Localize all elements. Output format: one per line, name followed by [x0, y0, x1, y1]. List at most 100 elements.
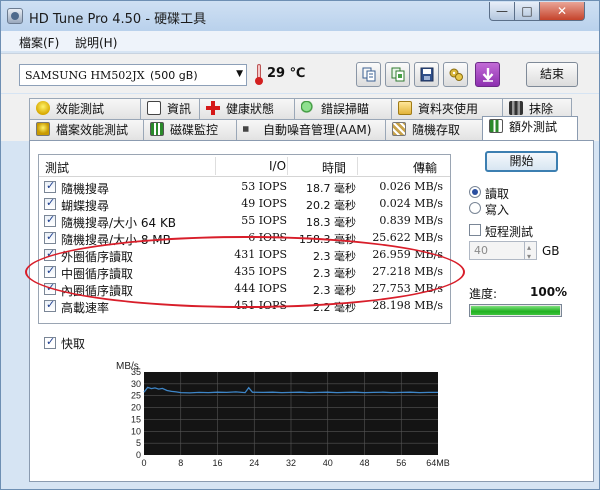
y-tick-label: 5 — [136, 438, 141, 448]
table-row[interactable]: 隨機搜尋/大小 8 MB 6 IOPS 158.3 毫秒 25.622 MB/s — [39, 230, 450, 247]
table-row[interactable]: 蝴蝶搜尋 49 IOPS 20.2 毫秒 0.024 MB/s — [39, 196, 450, 213]
close-button[interactable]: ✕ — [539, 2, 585, 21]
minimize-button[interactable]: — — [489, 2, 515, 21]
tab-file-benchmark[interactable]: 檔案效能測試 — [29, 119, 144, 140]
cache-checkbox[interactable] — [44, 335, 56, 349]
maximize-button[interactable]: □ — [514, 2, 540, 21]
progress-label: 進度: — [469, 287, 498, 301]
test-name: 蝴蝶搜尋 — [61, 199, 110, 213]
header-test: 測試 — [45, 161, 70, 175]
tab-info[interactable]: 資訊 — [140, 98, 200, 119]
x-tick-label: 48 — [359, 458, 369, 468]
window-title: HD Tune Pro 4.50 - 硬碟工具 — [29, 12, 207, 27]
header-rate: 傳輸 — [413, 161, 438, 175]
test-name: 隨機搜尋/大小 8 MB — [61, 233, 171, 247]
x-tick-label: 64MB — [426, 458, 450, 468]
y-axis-unit-label: MB/s — [116, 361, 139, 372]
y-tick-label: 15 — [131, 414, 141, 424]
app-icon — [7, 8, 23, 24]
tab-health[interactable]: 健康狀態 — [199, 98, 295, 119]
tab-benchmark[interactable]: 效能測試 — [29, 98, 141, 119]
results-table[interactable]: 測試 I/O 時間 傳輸 隨機搜尋 53 IOPS 18.7 毫秒 0.026 MB/… — [38, 154, 451, 324]
tab-label: 檔案效能測試 — [56, 123, 129, 137]
copy-screenshot-icon — [391, 67, 405, 82]
tab-label: 效能測試 — [56, 102, 105, 116]
y-tick-label: 10 — [131, 426, 141, 436]
folder-icon — [398, 101, 412, 115]
tab-random-access[interactable]: 隨機存取 — [385, 119, 483, 140]
y-tick-label: 30 — [131, 379, 141, 389]
drive-select[interactable]: SAMSUNG HM502JX (500 gB) ▼ — [19, 64, 247, 86]
read-radio[interactable] — [469, 186, 481, 198]
download-button[interactable] — [475, 62, 500, 87]
health-cross-icon — [206, 101, 220, 115]
tab-extra-tests[interactable]: 額外測試 — [482, 116, 578, 140]
chevron-down-icon[interactable]: ▼ — [236, 69, 243, 79]
app-window: HD Tune Pro 4.50 - 硬碟工具 — □ ✕ 檔案(F) 說明(H… — [0, 0, 600, 490]
row-checkbox[interactable] — [44, 247, 56, 261]
copy-screenshot-button[interactable] — [385, 62, 410, 87]
row-checkbox[interactable] — [44, 213, 56, 227]
io-value: 431 IOPS — [234, 248, 287, 261]
table-row[interactable]: 隨機搜尋/大小 64 KB 55 IOPS 18.3 毫秒 0.839 MB/s — [39, 213, 450, 230]
time-value: 18.7 毫秒 — [306, 182, 356, 195]
menu-help[interactable]: 說明(H) — [75, 34, 117, 51]
save-icon — [420, 67, 434, 82]
table-row[interactable]: 內圈循序讀取 444 IOPS 2.3 毫秒 27.753 MB/s — [39, 281, 450, 298]
time-value: 2.2 毫秒 — [313, 301, 356, 314]
rate-value: 28.198 MB/s — [372, 299, 443, 312]
tab-disk-monitor[interactable]: 磁碟監控 — [143, 119, 237, 140]
tab-label: 抹除 — [529, 102, 554, 116]
row-checkbox[interactable] — [44, 179, 56, 193]
table-row[interactable]: 高載速率 451 IOPS 2.2 毫秒 28.198 MB/s — [39, 298, 450, 315]
test-name: 外圈循序讀取 — [61, 250, 134, 264]
row-checkbox[interactable] — [44, 298, 56, 312]
x-tick-label: 16 — [212, 458, 222, 468]
write-radio[interactable] — [469, 202, 481, 214]
x-tick-label: 40 — [323, 458, 333, 468]
table-row[interactable]: 外圈循序讀取 431 IOPS 2.3 毫秒 26.959 MB/s — [39, 247, 450, 264]
y-tick-label: 25 — [131, 391, 141, 401]
save-button[interactable] — [414, 62, 439, 87]
rate-value: 26.959 MB/s — [372, 248, 443, 261]
progress-percent: 100% — [530, 285, 568, 299]
short-test-label: 短程測試 — [485, 225, 534, 239]
short-test-checkbox[interactable] — [469, 224, 481, 236]
transfer-chart: 051015202530350 8 16 24 32 40 48 56 64MBMB/s — [116, 361, 450, 468]
info-icon — [147, 101, 161, 115]
row-checkbox[interactable] — [44, 281, 56, 295]
transfer-graph: 0 5 10 15 20 25 30 35 0 8 16 24 32 40 48 56 64MB MB/s — [114, 359, 454, 473]
test-name: 中圈循序讀取 — [61, 267, 134, 281]
copy-text-button[interactable] — [356, 62, 381, 87]
magnifier-icon — [301, 101, 315, 115]
size-value: 40 — [474, 244, 488, 257]
io-value: 6 IOPS — [248, 231, 287, 244]
tab-error-scan[interactable]: 錯誤掃瞄 — [294, 98, 392, 119]
row-checkbox[interactable] — [44, 230, 56, 244]
menu-file[interactable]: 檔案(F) — [19, 34, 59, 51]
exit-button[interactable]: 結束 — [526, 62, 578, 87]
time-value: 158.3 毫秒 — [299, 233, 356, 246]
row-checkbox[interactable] — [44, 196, 56, 210]
table-row[interactable]: 中圈循序讀取 435 IOPS 2.3 毫秒 27.218 MB/s — [39, 264, 450, 281]
row-checkbox[interactable] — [44, 264, 56, 278]
extra-tests-icon — [489, 119, 503, 133]
tab-label: 磁碟監控 — [170, 123, 219, 137]
progress-bar — [469, 304, 562, 317]
start-button[interactable]: 開始 — [485, 151, 558, 172]
size-stepper[interactable]: 40 — [469, 239, 537, 265]
size-unit: GB — [542, 244, 560, 258]
rate-value: 27.753 MB/s — [372, 282, 443, 295]
header-io: I/O — [269, 159, 287, 173]
time-value: 2.3 毫秒 — [313, 267, 356, 280]
x-tick-label: 56 — [396, 458, 406, 468]
tab-aam[interactable]: 自動噪音管理(AAM) — [236, 119, 386, 140]
io-value: 49 IOPS — [241, 197, 287, 210]
progress-fill — [471, 306, 560, 315]
time-value: 20.2 毫秒 — [306, 199, 356, 212]
rate-value: 27.218 MB/s — [372, 265, 443, 278]
options-button[interactable] — [443, 62, 468, 87]
table-row[interactable]: 隨機搜尋 53 IOPS 18.7 毫秒 0.026 MB/s — [39, 179, 450, 196]
spinner-arrows-icon[interactable] — [524, 239, 536, 265]
title-bar[interactable]: HD Tune Pro 4.50 - 硬碟工具 — □ ✕ — [1, 1, 599, 31]
